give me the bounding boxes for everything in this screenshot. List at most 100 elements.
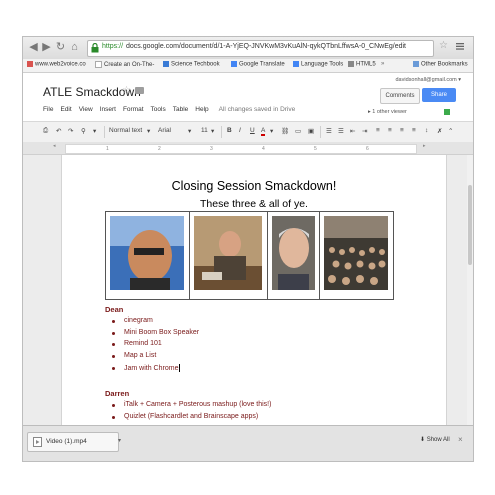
chrome-menu-icon[interactable] [455,40,465,52]
photo-cell [268,212,320,299]
document-heading: Closing Session Smackdown! [171,179,337,193]
download-menu-icon[interactable]: ▾ [118,437,121,444]
bookmark-item[interactable]: Language Tools [293,61,343,68]
bookmark-item[interactable]: HTML5 [348,61,376,68]
align-right-icon[interactable]: ≡ [400,127,404,134]
bookmark-item[interactable]: Science Techbook [163,61,220,68]
audience-photo[interactable] [324,216,388,290]
menu-help[interactable]: Help [195,106,208,113]
size-dropdown-icon[interactable]: ▾ [211,127,214,135]
document-subheading: These three & all of ye. [200,198,308,210]
style-dropdown-icon[interactable]: ▾ [147,127,150,135]
text-cursor [179,363,181,372]
account-email[interactable]: davidsonhall@gmail.com ▾ [395,77,461,83]
link-icon[interactable]: ⛓ [281,127,289,135]
list-item[interactable]: Quizlet (Flashcardlet and Brainscape app… [111,413,271,425]
justify-icon[interactable]: ≡ [412,127,416,134]
bold-button[interactable]: B [227,127,232,134]
bookmark-item[interactable]: Create an On-The- [95,61,154,68]
vertical-scrollbar[interactable] [467,155,473,425]
editing-toolbar: ⎙ ↶ ↷ ⚲ ▾ Normal text ▾ Arial ▾ 11 ▾ B I… [23,121,473,143]
comment-icon[interactable]: ▭ [295,127,301,135]
list-item[interactable]: Map a List [111,352,199,364]
language-tools-icon [293,61,299,67]
italic-button[interactable]: I [239,127,241,134]
star-icon[interactable]: ☆ [122,85,131,96]
folder-icon[interactable] [135,87,144,94]
undo-icon[interactable]: ↶ [56,127,61,135]
download-item[interactable]: Video (1).mp4 [27,432,119,452]
menu-table[interactable]: Table [173,106,189,113]
video-file-icon [33,437,42,447]
bookmark-item[interactable]: www.web2voice.co [27,61,86,68]
text-color-button[interactable]: A [261,127,266,136]
bookmarks-overflow-chevron[interactable]: » [381,61,384,67]
share-label: Share [430,92,447,98]
download-filename: Video (1).mp4 [46,438,87,445]
menu-edit[interactable]: Edit [60,106,71,113]
save-status: All changes saved in Drive [218,106,296,113]
font-select[interactable]: Arial [158,127,171,134]
redo-icon[interactable]: ↷ [68,127,73,135]
close-icon[interactable]: × [458,435,463,444]
reload-icon[interactable]: ↻ [54,41,67,54]
ruler-tick-label: 2 [158,146,161,152]
menu-format[interactable]: Format [123,106,144,113]
toolbar-divider [104,126,105,138]
viewers-indicator[interactable]: ▸ 1 other viewer [368,109,407,115]
print-icon[interactable]: ⎙ [43,127,48,135]
image-icon[interactable]: ▣ [308,127,314,135]
line-spacing-icon[interactable]: ↕ [425,127,428,134]
section-name-darren: Darren [105,389,130,398]
style-select[interactable]: Normal text [109,127,142,134]
numbered-list-icon[interactable]: ☰ [326,127,332,135]
share-button[interactable]: Share [422,88,456,102]
presenter-photo-darren[interactable] [194,216,262,290]
address-bar[interactable]: https:// docs.google.com/document/d/1-A-… [87,40,434,57]
document-page[interactable]: Closing Session Smackdown! These three &… [61,155,447,425]
photo-cell [320,212,393,299]
presenter-photo-dean[interactable] [110,216,184,290]
zoom-icon[interactable]: ▾ [93,127,96,135]
paint-format-icon[interactable]: ⚲ [81,127,86,135]
lock-icon [91,43,99,53]
menu-file[interactable]: File [43,106,53,113]
back-icon[interactable]: ◀ [27,41,40,54]
ruler-right-arrow-icon[interactable]: ▸ [423,143,426,149]
home-icon[interactable]: ⌂ [68,41,81,54]
presenter-photo-third[interactable] [272,216,315,290]
color-dropdown-icon[interactable]: ▾ [270,127,273,135]
font-dropdown-icon[interactable]: ▾ [188,127,191,135]
bookmark-star-icon[interactable]: ☆ [439,40,448,51]
list-item[interactable]: Mini Boom Box Speaker [111,329,199,341]
list-item[interactable]: cinegram [111,317,199,329]
comments-button[interactable]: Comments [380,88,420,104]
list-item[interactable]: iTalk + Camera + Posterous mashup (love … [111,401,271,413]
menu-tools[interactable]: Tools [151,106,166,113]
underline-button[interactable]: U [250,127,255,134]
forward-icon[interactable]: ▶ [40,41,53,54]
align-center-icon[interactable]: ≡ [388,127,392,134]
ruler-tick-label: 1 [106,146,109,152]
align-left-icon[interactable]: ≡ [376,127,380,134]
scrollbar-thumb[interactable] [468,185,472,265]
bookmark-label: HTML5 [356,61,376,68]
menu-view[interactable]: View [79,106,93,113]
bookmark-item[interactable]: Google Translate [231,61,285,68]
google-translate-icon [231,61,237,67]
increase-indent-icon[interactable]: ⇥ [362,127,367,135]
bulleted-list-icon[interactable]: ☰ [338,127,344,135]
menu-insert[interactable]: Insert [100,106,116,113]
photo-table [105,211,394,300]
decrease-indent-icon[interactable]: ⇤ [350,127,355,135]
collapse-toolbar-icon[interactable]: ⌃ [448,127,453,135]
clear-formatting-icon[interactable]: ✗ [437,127,442,135]
folder-icon [413,61,419,67]
other-bookmarks[interactable]: Other Bookmarks [413,61,468,68]
list-item[interactable]: Remind 101 [111,340,199,352]
font-size-select[interactable]: 11 [201,127,208,134]
show-all-downloads-button[interactable]: ⬇ Show All [420,436,450,443]
browser-window: ◀ ▶ ↻ ⌂ https:// docs.google.com/documen… [22,36,474,462]
list-item[interactable]: Jam with Chrome [111,363,199,376]
ruler-left-arrow-icon[interactable]: ◂ [53,143,56,149]
